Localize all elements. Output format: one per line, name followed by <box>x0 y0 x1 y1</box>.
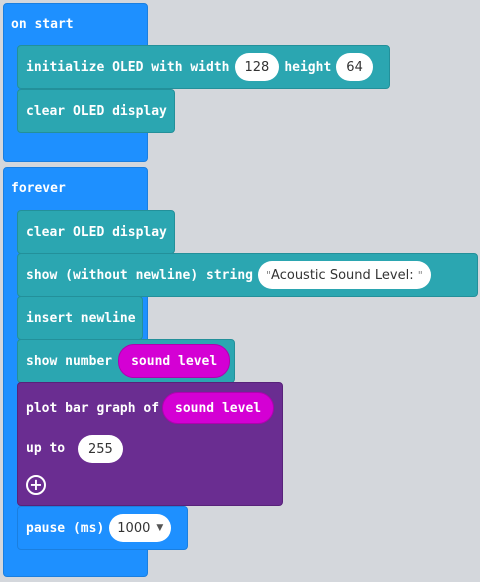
plus-circle-icon[interactable]: + <box>26 475 46 495</box>
clear-oled-block-forever[interactable]: clear OLED display <box>17 210 175 254</box>
string-value: Acoustic Sound Level: <box>271 267 418 283</box>
sound-level-reporter-graph[interactable]: sound level <box>162 392 275 424</box>
forever-label: forever <box>11 181 66 196</box>
show-string-block[interactable]: show (without newline) string " Acoustic… <box>17 253 478 297</box>
pause-value: 1000 <box>117 520 151 536</box>
insert-newline-label: insert newline <box>26 310 136 326</box>
pause-label: pause (ms) <box>26 520 105 536</box>
up-to-input[interactable]: 255 <box>78 435 123 463</box>
show-number-block[interactable]: show number sound level <box>17 339 235 383</box>
clear-oled-label: clear OLED display <box>26 224 167 240</box>
plot-bar-graph-label: plot bar graph of <box>26 401 160 416</box>
pause-block[interactable]: pause (ms) 1000 ▼ <box>17 506 188 550</box>
close-quote: " <box>417 268 423 282</box>
height-label: height <box>284 59 332 75</box>
up-to-label: up to <box>26 441 66 456</box>
initialize-oled-label: initialize OLED with width <box>26 59 230 75</box>
clear-oled-block-start[interactable]: clear OLED display <box>17 89 175 133</box>
plot-bar-graph-block[interactable]: plot bar graph of sound level up to 255 … <box>17 382 283 506</box>
on-start-label: on start <box>11 17 74 32</box>
oled-width-input[interactable]: 128 <box>234 53 280 81</box>
dropdown-arrow-icon: ▼ <box>156 523 164 533</box>
show-number-label: show number <box>26 353 113 369</box>
show-string-label: show (without newline) string <box>26 267 253 283</box>
initialize-oled-block[interactable]: initialize OLED with width 128 height 64 <box>17 45 390 89</box>
pause-duration-dropdown[interactable]: 1000 ▼ <box>109 514 172 542</box>
string-input[interactable]: " Acoustic Sound Level: " <box>257 261 431 289</box>
clear-oled-label: clear OLED display <box>26 103 167 119</box>
sound-level-reporter[interactable]: sound level <box>118 344 231 378</box>
insert-newline-block[interactable]: insert newline <box>17 296 143 340</box>
oled-height-input[interactable]: 64 <box>336 53 373 81</box>
